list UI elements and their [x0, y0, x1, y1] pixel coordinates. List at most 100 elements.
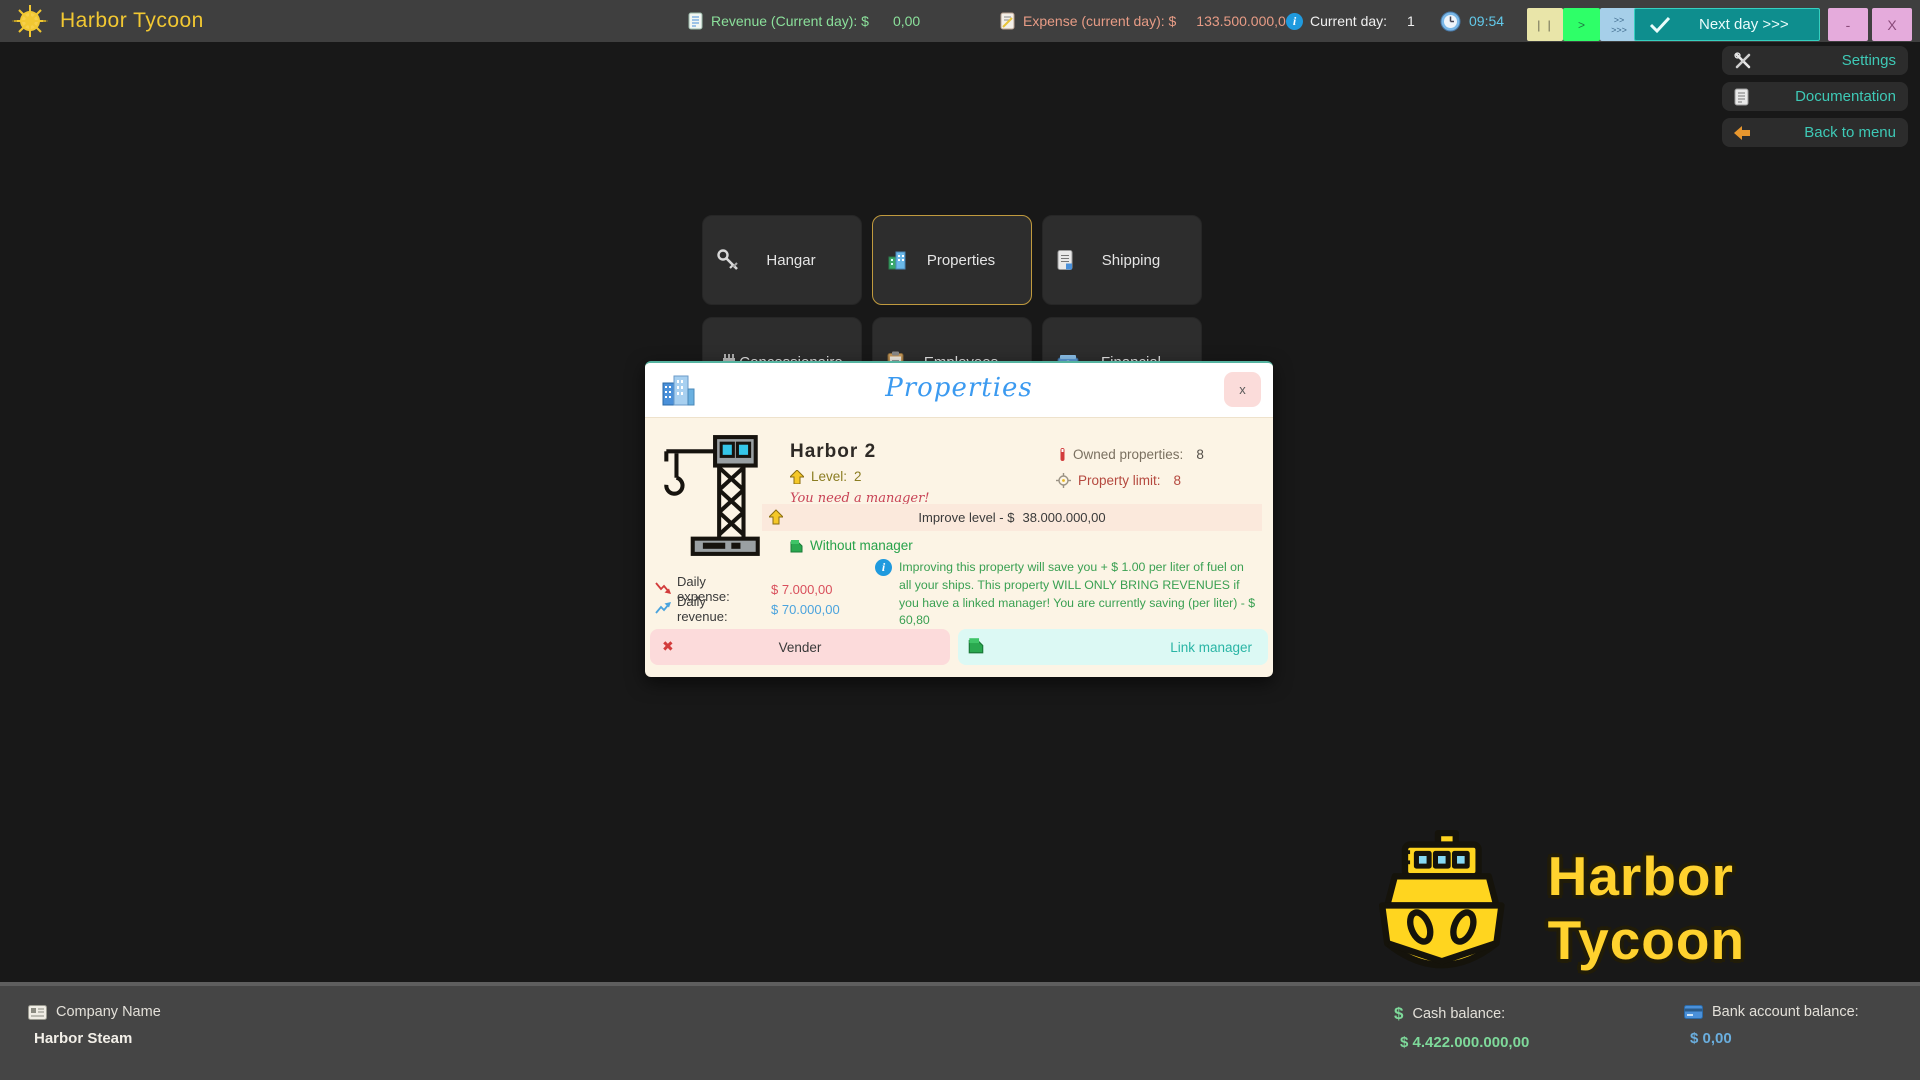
- documentation-label: Documentation: [1795, 88, 1896, 105]
- minimize-window-button[interactable]: -: [1828, 8, 1868, 41]
- close-window-button[interactable]: X: [1872, 8, 1912, 41]
- property-name: Harbor 2: [790, 441, 876, 463]
- cash-balance: $ Cash balance: $ 4.422.000.000,00: [1394, 1004, 1529, 1051]
- menu-item-label: Shipping: [1102, 252, 1160, 269]
- next-day-label: Next day >>>: [1699, 16, 1789, 33]
- improve-level-button[interactable]: Improve level - $ 38.000.000,00: [762, 504, 1262, 531]
- owned-properties-icon: [1059, 447, 1066, 462]
- dialog-close-button[interactable]: x: [1224, 372, 1261, 407]
- expense-info[interactable]: i: [1286, 0, 1303, 42]
- current-day-label: Current day:: [1310, 13, 1387, 29]
- daily-revenue: Daily revenue: $ 70.000,00: [655, 594, 840, 624]
- revenue-value: 0,00: [893, 13, 920, 29]
- top-bar: Harbor Tycoon Revenue (Current day): $ 0…: [0, 0, 1920, 42]
- company-name: Harbor Steam: [34, 1030, 161, 1047]
- revenue-document-icon: [688, 12, 703, 30]
- dollar-icon: $: [1394, 1004, 1403, 1024]
- improve-label: Improve level - $: [918, 510, 1014, 525]
- property-limit-value: 8: [1174, 473, 1182, 488]
- time-value: 09:54: [1469, 13, 1504, 29]
- next-day-button[interactable]: Next day >>>: [1634, 8, 1820, 41]
- game-logo: Harbor Tycoon: [1372, 828, 1920, 988]
- owned-properties-value: 8: [1196, 447, 1204, 462]
- cash-balance-label: Cash balance:: [1412, 1006, 1505, 1022]
- clock-indicator: 09:54: [1440, 0, 1504, 42]
- current-day-value: 1: [1407, 13, 1415, 29]
- documentation-icon: [1734, 88, 1749, 106]
- info-icon: i: [1286, 13, 1303, 30]
- bottom-bar: Company Name Harbor Steam $ Cash balance…: [0, 982, 1920, 1080]
- expense-label: Expense (current day): $: [1023, 13, 1176, 29]
- settings-button[interactable]: Settings: [1722, 46, 1908, 75]
- cash-balance-value: $ 4.422.000.000,00: [1400, 1034, 1529, 1051]
- shipping-document-icon: [1057, 250, 1074, 271]
- link-manager-icon: [968, 637, 984, 654]
- manager-icon: [790, 539, 803, 553]
- play-button[interactable]: >: [1563, 8, 1600, 41]
- level-value: 2: [854, 469, 862, 484]
- game-root: Harbor Tycoon Revenue (Current day): $ 0…: [0, 0, 1920, 1080]
- menu-item-shipping[interactable]: Shipping: [1042, 215, 1202, 305]
- menu-item-properties[interactable]: Properties: [872, 215, 1032, 305]
- company-card-icon: [28, 1005, 47, 1020]
- property-level: Level: 2: [790, 469, 862, 484]
- properties-dialog: Properties x Harbor 2: [645, 361, 1273, 677]
- fast-forward-top: >>: [1614, 15, 1625, 25]
- bank-balance-label: Bank account balance:: [1712, 1004, 1859, 1020]
- tools-icon: [1734, 52, 1752, 70]
- level-up-arrow-icon: [790, 470, 804, 484]
- menu-item-hangar[interactable]: Hangar: [702, 215, 862, 305]
- level-label: Level:: [811, 469, 847, 484]
- owned-properties: Owned properties: 8: [1059, 447, 1204, 462]
- expense-indicator: Expense (current day): $ 133.500.000,00: [1000, 0, 1294, 42]
- back-to-menu-label: Back to menu: [1804, 124, 1896, 141]
- revenue-indicator: Revenue (Current day): $ 0,00: [688, 0, 920, 42]
- documentation-button[interactable]: Documentation: [1722, 82, 1908, 111]
- back-arrow-icon: [1734, 126, 1751, 140]
- crane-illustration: [655, 431, 765, 561]
- link-manager-label: Link manager: [1170, 640, 1252, 655]
- manager-status-label: Without manager: [810, 538, 913, 553]
- ship-logo-icon: [1372, 828, 1512, 988]
- dialog-header: Properties x: [645, 363, 1273, 418]
- app-title: Harbor Tycoon: [60, 9, 204, 33]
- ship-wheel-icon: [12, 3, 48, 39]
- pause-button[interactable]: | |: [1527, 8, 1563, 41]
- building-icon: [887, 249, 907, 271]
- expense-trend-icon: [655, 581, 672, 595]
- bank-balance: Bank account balance: $ 0,00: [1684, 1004, 1859, 1047]
- settings-label: Settings: [1842, 52, 1896, 69]
- improvement-info-text: Improving this property will save you + …: [899, 559, 1259, 630]
- link-manager-button[interactable]: Link manager: [958, 629, 1268, 665]
- company-label: Company Name: [56, 1004, 161, 1020]
- improve-arrow-icon: [769, 509, 783, 525]
- improve-value: 38.000.000,00: [1022, 510, 1105, 525]
- info-icon: i: [875, 559, 892, 576]
- app-title-group: Harbor Tycoon: [12, 0, 204, 42]
- back-to-menu-button[interactable]: Back to menu: [1722, 118, 1908, 147]
- current-day-indicator: Current day: 1: [1310, 0, 1415, 42]
- fast-forward-button[interactable]: >> >>>: [1600, 8, 1638, 41]
- revenue-label: Revenue (Current day): $: [711, 13, 869, 29]
- manager-status: Without manager: [790, 538, 913, 553]
- daily-revenue-label: Daily revenue:: [677, 594, 747, 624]
- check-icon: [1649, 16, 1671, 34]
- property-limit-target-icon: [1056, 473, 1071, 488]
- owned-properties-label: Owned properties:: [1073, 447, 1183, 462]
- keys-icon: [717, 249, 741, 271]
- clock-icon: [1440, 11, 1461, 32]
- revenue-trend-icon: [655, 601, 672, 615]
- expense-document-icon: [1000, 12, 1015, 30]
- sell-x-icon: ✖: [662, 638, 674, 655]
- sell-property-button[interactable]: ✖ Vender: [650, 629, 950, 665]
- dialog-title: Properties: [645, 373, 1273, 403]
- improvement-info: i Improving this property will save you …: [875, 559, 1265, 630]
- dialog-actions: ✖ Vender Link manager: [650, 629, 1268, 665]
- side-menu: Settings Documentation Back to menu: [1722, 46, 1908, 147]
- game-logo-text: Harbor Tycoon: [1548, 844, 1920, 972]
- expense-value: 133.500.000,00: [1196, 13, 1293, 29]
- property-limit-label: Property limit:: [1078, 473, 1161, 488]
- daily-revenue-value: $ 70.000,00: [771, 602, 840, 617]
- bank-balance-value: $ 0,00: [1690, 1030, 1859, 1047]
- menu-item-label: Properties: [927, 252, 995, 269]
